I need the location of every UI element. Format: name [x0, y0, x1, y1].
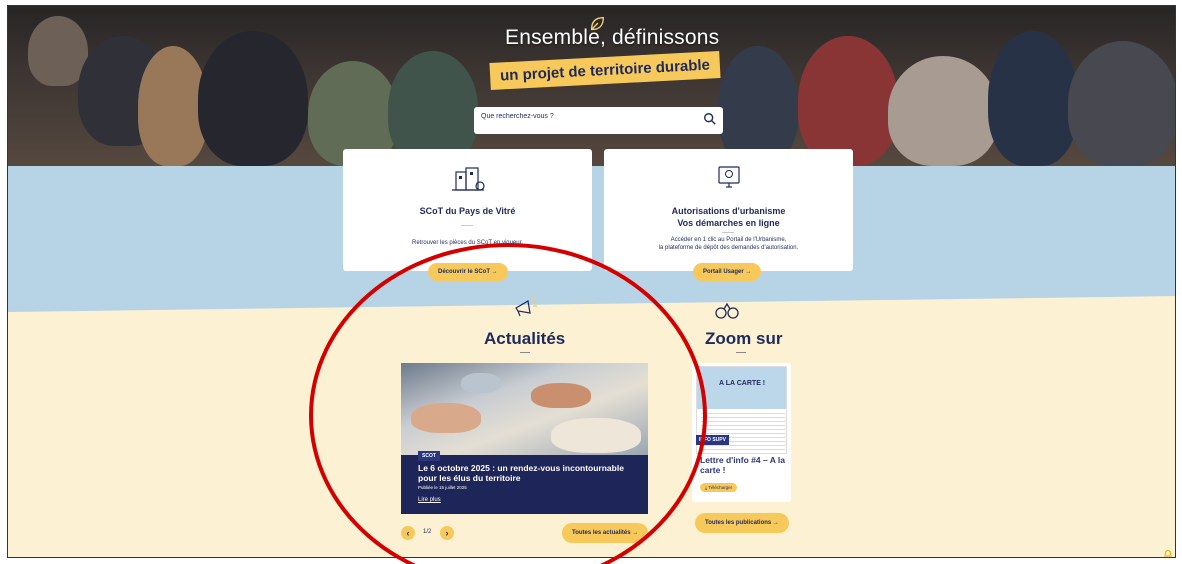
card-title-line2: Vos démarches en ligne — [677, 218, 780, 228]
news-title[interactable]: Le 6 octobre 2025 : un rendez-vous incon… — [418, 463, 638, 483]
binoculars-icon — [715, 302, 739, 319]
publication-card[interactable]: A LA CARTE ! INFO SUPV Lettre d'info #4 … — [692, 363, 791, 502]
megaphone-icon — [515, 296, 537, 317]
divider — [520, 352, 530, 353]
computer-monitor-icon — [718, 166, 740, 188]
urbanisme-card[interactable]: Autorisations d'urbanisme Vos démarches … — [604, 149, 853, 271]
card-title-line1: Autorisations d'urbanisme — [671, 206, 786, 216]
news-section-title: Actualités — [484, 329, 566, 348]
card-description: Retrouver les pièces du SCoT en vigueur. — [412, 240, 523, 246]
hero-banner: Ensemble, définissons un projet de terri… — [8, 6, 1175, 166]
all-news-button[interactable]: Toutes les actualités → — [562, 523, 649, 543]
news-photo — [401, 363, 648, 455]
news-card[interactable]: SCOT Le 6 octobre 2025 : un rendez-vous … — [401, 363, 648, 514]
pager-indicator: 1/2 — [423, 529, 432, 535]
divider — [736, 352, 746, 353]
card-description-line1: Accéder en 1 clic au Portail de l'Urbani… — [670, 237, 787, 243]
card-title: SCoT du Pays de Vitré — [419, 206, 516, 216]
publication-title[interactable]: Lettre d'info #4 – A la carte ! — [700, 455, 786, 475]
hero-title: Ensemble, définissons — [505, 26, 720, 49]
next-page-button[interactable]: › — [440, 526, 454, 540]
browser-page: Ensemble, définissons un projet de terri… — [7, 5, 1176, 558]
download-button[interactable]: ⤓ Télécharger — [700, 483, 738, 492]
prev-page-button[interactable]: ‹ — [401, 526, 415, 540]
divider — [722, 232, 734, 233]
scot-card[interactable]: SCoT du Pays de Vitré Retrouver les pièc… — [343, 149, 592, 271]
town-buildings-icon — [452, 167, 485, 191]
read-more-link[interactable]: Lire plus — [418, 497, 441, 503]
search-icon[interactable] — [703, 112, 717, 126]
newsletter-title: A LA CARTE ! — [719, 380, 766, 387]
blue-band — [8, 166, 1175, 312]
download-label: Télécharger — [708, 485, 733, 490]
search-bar[interactable] — [474, 107, 723, 134]
lock-icon[interactable] — [1163, 549, 1173, 558]
portail-usager-button[interactable]: Portail Usager → — [693, 263, 762, 281]
news-date: Publiée le 15 juillet 2025 — [418, 485, 467, 490]
discover-scot-button[interactable]: Découvrir le SCoT → — [428, 263, 508, 281]
info-tag: INFO SUPV — [696, 435, 729, 445]
divider — [461, 225, 473, 226]
news-tag: SCOT — [418, 451, 440, 461]
card-description-line2: la plateforme de dépôt des demandes d'au… — [658, 245, 799, 251]
search-input[interactable] — [481, 113, 691, 120]
all-publications-button[interactable]: Toutes les publications → — [695, 513, 789, 533]
zoom-section-title: Zoom sur — [705, 329, 783, 348]
